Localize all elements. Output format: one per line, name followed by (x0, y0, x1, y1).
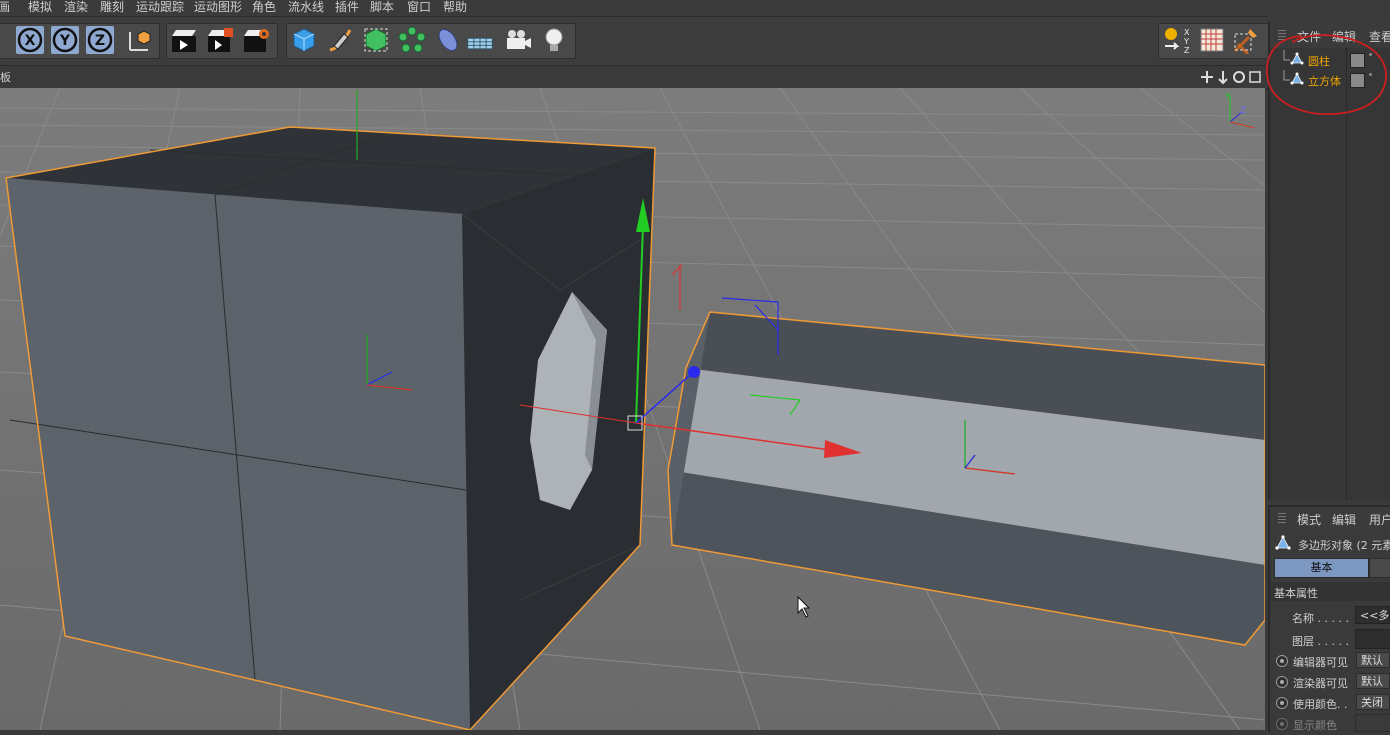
display-color-swatch[interactable] (1355, 714, 1390, 732)
render-settings-icon[interactable] (242, 26, 270, 54)
menu-item-animation[interactable]: 画 (0, 0, 10, 15)
use-color-dropdown[interactable]: 关闭 (1356, 694, 1390, 710)
rotate-view-icon (1233, 71, 1245, 83)
move-view-icon (1201, 71, 1213, 83)
render-picture-icon[interactable] (206, 26, 234, 54)
render-view-icon[interactable] (170, 26, 198, 54)
tab-next[interactable] (1369, 558, 1390, 578)
menu-bar: 画 模拟 渲染 雕刻 运动跟踪 运动图形 角色 流水线 插件 脚本 窗口 帮助 (0, 0, 1268, 17)
attr-layer-label: 图层 . . . . . (1292, 635, 1349, 648)
svg-text:Y: Y (59, 33, 71, 49)
attr-tab-edit[interactable]: 编辑 (1332, 511, 1356, 528)
menu-item-window[interactable]: 窗口 (407, 0, 431, 15)
panel-grip-icon[interactable] (1278, 513, 1286, 523)
light-bulb-icon[interactable] (540, 26, 568, 54)
attr-name-input[interactable]: <<多重 (1355, 606, 1390, 624)
x-lock-icon[interactable]: X (16, 26, 44, 54)
attr-render-visible-label: 渲染器可见 (1293, 677, 1348, 690)
section-header: 基本属性 (1270, 582, 1390, 601)
annotation-circle (1266, 34, 1387, 116)
svg-text:Z: Z (95, 33, 105, 49)
menu-item-sculpt[interactable]: 雕刻 (100, 0, 124, 15)
floor-icon[interactable] (466, 26, 494, 54)
camera-icon[interactable] (504, 26, 532, 54)
svg-text:X: X (25, 33, 36, 49)
render-visible-dropdown[interactable]: 默认 (1356, 673, 1390, 689)
3d-viewport[interactable]: Y Z (0, 88, 1265, 730)
attr-editor-visible-label: 编辑器可见 (1293, 656, 1348, 669)
editor-visible-dropdown[interactable]: 默认 (1356, 652, 1390, 668)
attr-object-title: 多边形对象 (2 元素 (1298, 539, 1390, 552)
viewport-header: 板 (0, 65, 1268, 89)
texture-icon[interactable] (1198, 26, 1226, 54)
world-axis-z-label: Z (1240, 106, 1247, 116)
cube-primitive-icon[interactable] (290, 26, 318, 54)
menu-item-plugins[interactable]: 插件 (335, 0, 359, 15)
menu-item-render[interactable]: 渲染 (64, 0, 88, 15)
world-axis-y-label: Y (1225, 92, 1231, 102)
pen-spline-icon[interactable] (326, 26, 354, 54)
z-lock-icon[interactable]: Z (86, 26, 114, 54)
menu-item-motion-tracking[interactable]: 运动跟踪 (136, 0, 184, 15)
coord-xyz-icon[interactable]: XYZ (1162, 26, 1190, 54)
y-lock-icon[interactable]: Y (51, 26, 79, 54)
svg-text:X: X (1184, 28, 1190, 37)
viewport-panel-label[interactable]: 板 (0, 69, 11, 85)
menu-item-help[interactable]: 帮助 (443, 0, 467, 15)
attr-tab-user[interactable]: 用户 (1369, 511, 1390, 528)
deformer-icon[interactable] (434, 26, 462, 54)
pan-view-icon (1218, 71, 1228, 85)
attr-name-label: 名称 . . . . . (1292, 612, 1349, 625)
svg-text:Y: Y (1183, 37, 1189, 46)
menu-item-pipeline[interactable]: 流水线 (288, 0, 324, 15)
menu-item-character[interactable]: 角色 (252, 0, 276, 15)
tab-basic[interactable]: 基本 (1274, 558, 1369, 578)
svg-text:Z: Z (1184, 46, 1190, 54)
attr-use-color-label: 使用颜色. . (1293, 698, 1348, 711)
attribute-manager-header: 模式 编辑 用户 (1270, 507, 1390, 529)
viewport-nav-icons (1201, 71, 1261, 85)
menu-item-script[interactable]: 脚本 (370, 0, 394, 15)
viewport-scene[interactable] (0, 88, 1265, 730)
menu-item-simulate[interactable]: 模拟 (28, 0, 52, 15)
coordinate-system-icon[interactable] (124, 26, 152, 54)
menu-item-mograph[interactable]: 运动图形 (194, 0, 242, 15)
section-basic-properties: 基本属性 (1274, 587, 1318, 600)
attr-layer-field[interactable] (1355, 629, 1390, 649)
main-toolbar: X Y Z XYZ (0, 17, 1270, 65)
attr-display-color-label: 显示颜色 (1293, 719, 1337, 732)
maximize-view-icon (1249, 71, 1261, 83)
sculpt-icon[interactable] (1232, 26, 1260, 54)
polygon-object-icon (1275, 535, 1291, 550)
array-cloner-icon[interactable] (398, 26, 426, 54)
subdivision-icon[interactable] (362, 26, 390, 54)
attr-tab-mode[interactable]: 模式 (1297, 511, 1321, 528)
attr-object-title-row: 多边形对象 (2 元素 (1272, 534, 1390, 554)
